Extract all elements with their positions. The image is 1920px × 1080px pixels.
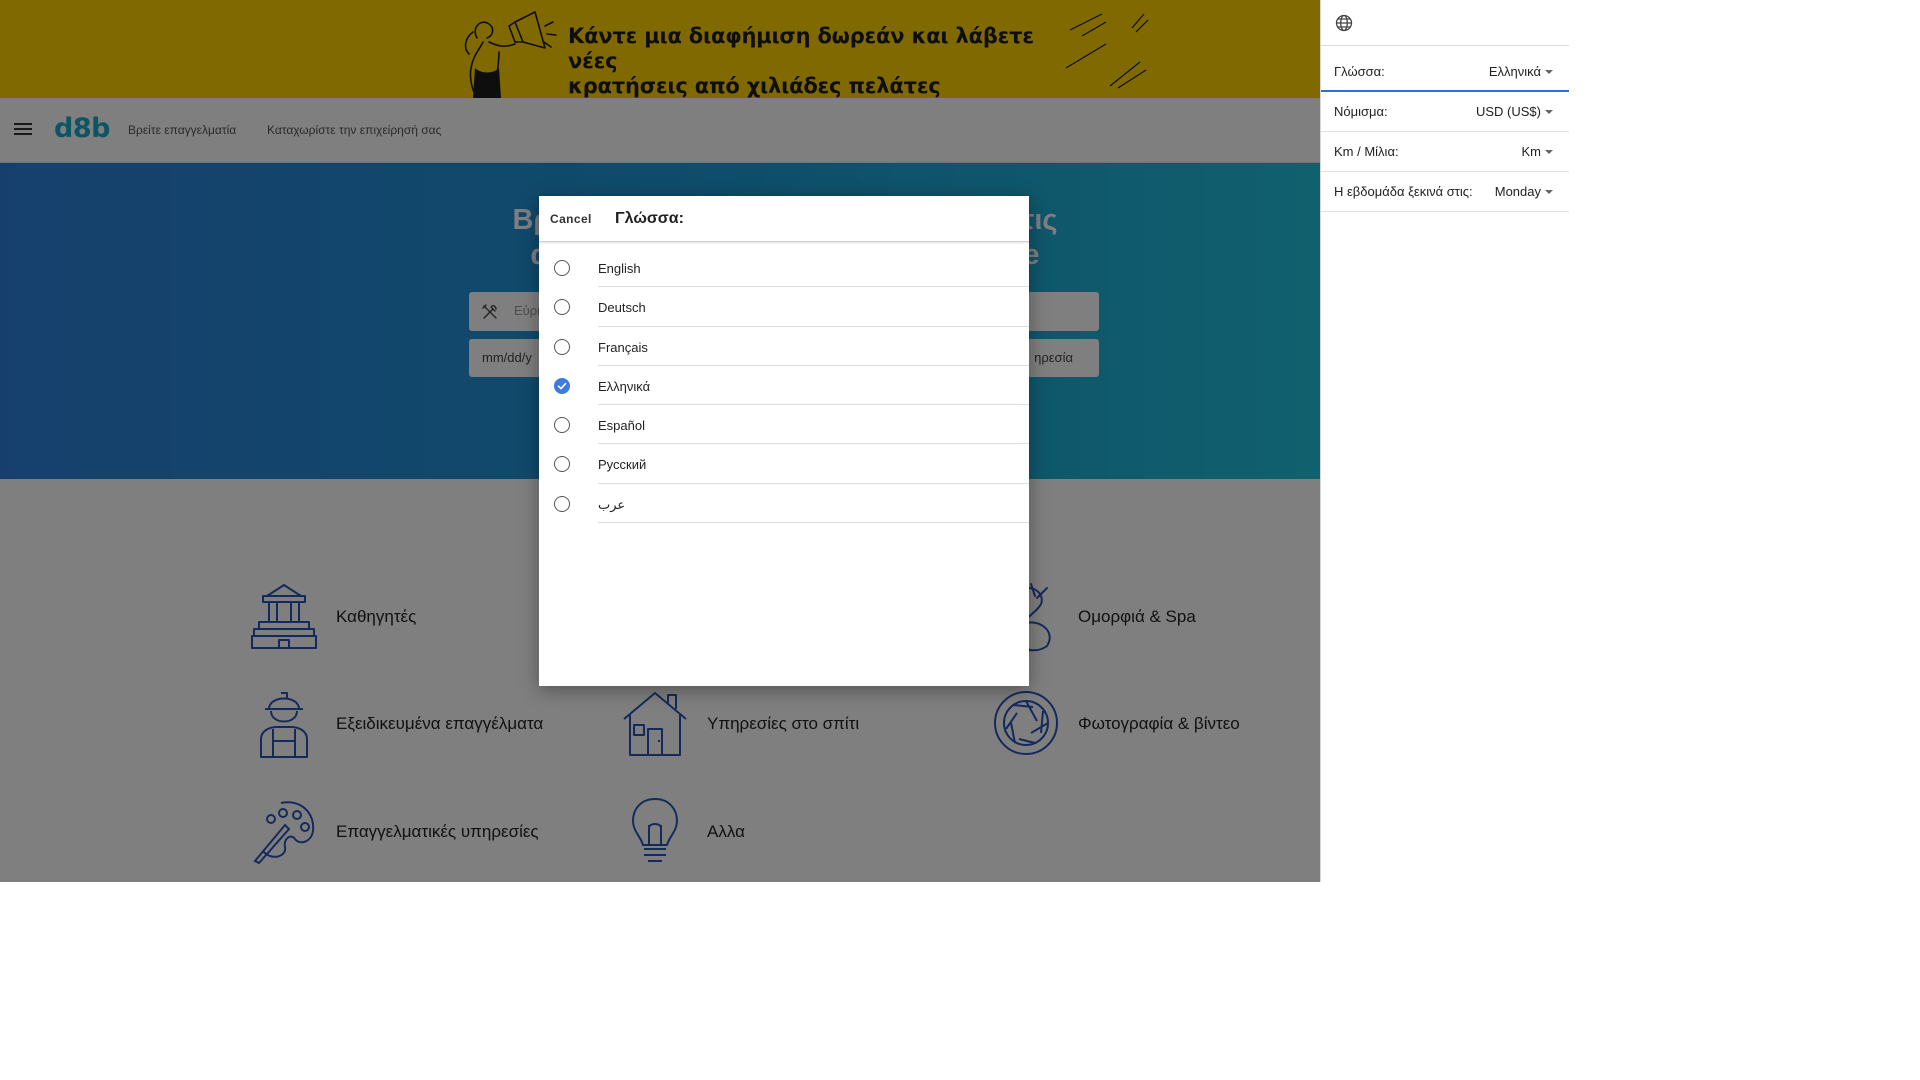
setting-distance-units[interactable]: Km / Μίλια: Km	[1321, 132, 1569, 172]
setting-label: Η εβδομάδα ξεκινά στις:	[1334, 184, 1473, 199]
setting-label: Νόμισμα:	[1334, 104, 1388, 119]
language-option-deutsch[interactable]: Deutsch	[539, 287, 1029, 327]
language-options-list: English Deutsch Français Ελληνικά Españo…	[539, 248, 1029, 524]
cancel-button[interactable]: Cancel	[550, 212, 592, 226]
radio-unchecked-icon[interactable]	[554, 338, 570, 355]
language-option-greek[interactable]: Ελληνικά	[539, 366, 1029, 406]
language-modal: Cancel Γλώσσα: English Deutsch Français …	[539, 196, 1029, 686]
setting-currency[interactable]: Νόμισμα: USD (US$)	[1321, 92, 1569, 132]
setting-value: Monday	[1494, 184, 1541, 199]
caret-down-icon	[1545, 190, 1553, 194]
caret-down-icon	[1545, 110, 1553, 114]
radio-unchecked-icon[interactable]	[554, 260, 570, 276]
settings-panel: Γλώσσα: Ελληνικά Νόμισμα: USD (US$) Km /…	[1320, 0, 1569, 882]
setting-label: Γλώσσα:	[1334, 64, 1385, 79]
option-label: Ελληνικά	[598, 378, 651, 394]
option-label: Русский	[598, 457, 647, 473]
setting-language[interactable]: Γλώσσα: Ελληνικά	[1321, 52, 1569, 92]
setting-value: USD (US$)	[1475, 104, 1541, 119]
caret-down-icon	[1545, 70, 1553, 74]
radio-unchecked-icon[interactable]	[554, 417, 570, 434]
caret-down-icon	[1545, 150, 1553, 154]
option-label: English	[598, 261, 641, 276]
radio-unchecked-icon[interactable]	[554, 299, 570, 316]
option-label: عرب	[598, 496, 626, 512]
radio-checked-icon[interactable]	[554, 377, 570, 394]
setting-value: Km	[1521, 144, 1542, 159]
language-option-espanol[interactable]: Español	[539, 405, 1029, 445]
settings-panel-header	[1321, 0, 1569, 46]
option-label: Deutsch	[598, 300, 646, 316]
option-label: Français	[598, 339, 648, 355]
radio-unchecked-icon[interactable]	[554, 495, 570, 512]
modal-title: Γλώσσα:	[615, 210, 684, 227]
setting-label: Km / Μίλια:	[1334, 144, 1399, 159]
setting-value: Ελληνικά	[1488, 64, 1541, 79]
globe-icon[interactable]	[1335, 14, 1353, 32]
radio-unchecked-icon[interactable]	[554, 456, 570, 473]
language-option-francais[interactable]: Français	[539, 327, 1029, 366]
modal-header: Cancel Γλώσσα:	[539, 196, 1029, 242]
setting-week-start[interactable]: Η εβδομάδα ξεκινά στις: Monday	[1321, 172, 1569, 212]
divider	[598, 522, 1029, 524]
option-label: Español	[598, 418, 645, 434]
language-option-english[interactable]: English	[539, 248, 1029, 288]
language-option-russian[interactable]: Русский	[539, 444, 1029, 484]
language-option-arabic[interactable]: عرب	[539, 484, 1029, 524]
